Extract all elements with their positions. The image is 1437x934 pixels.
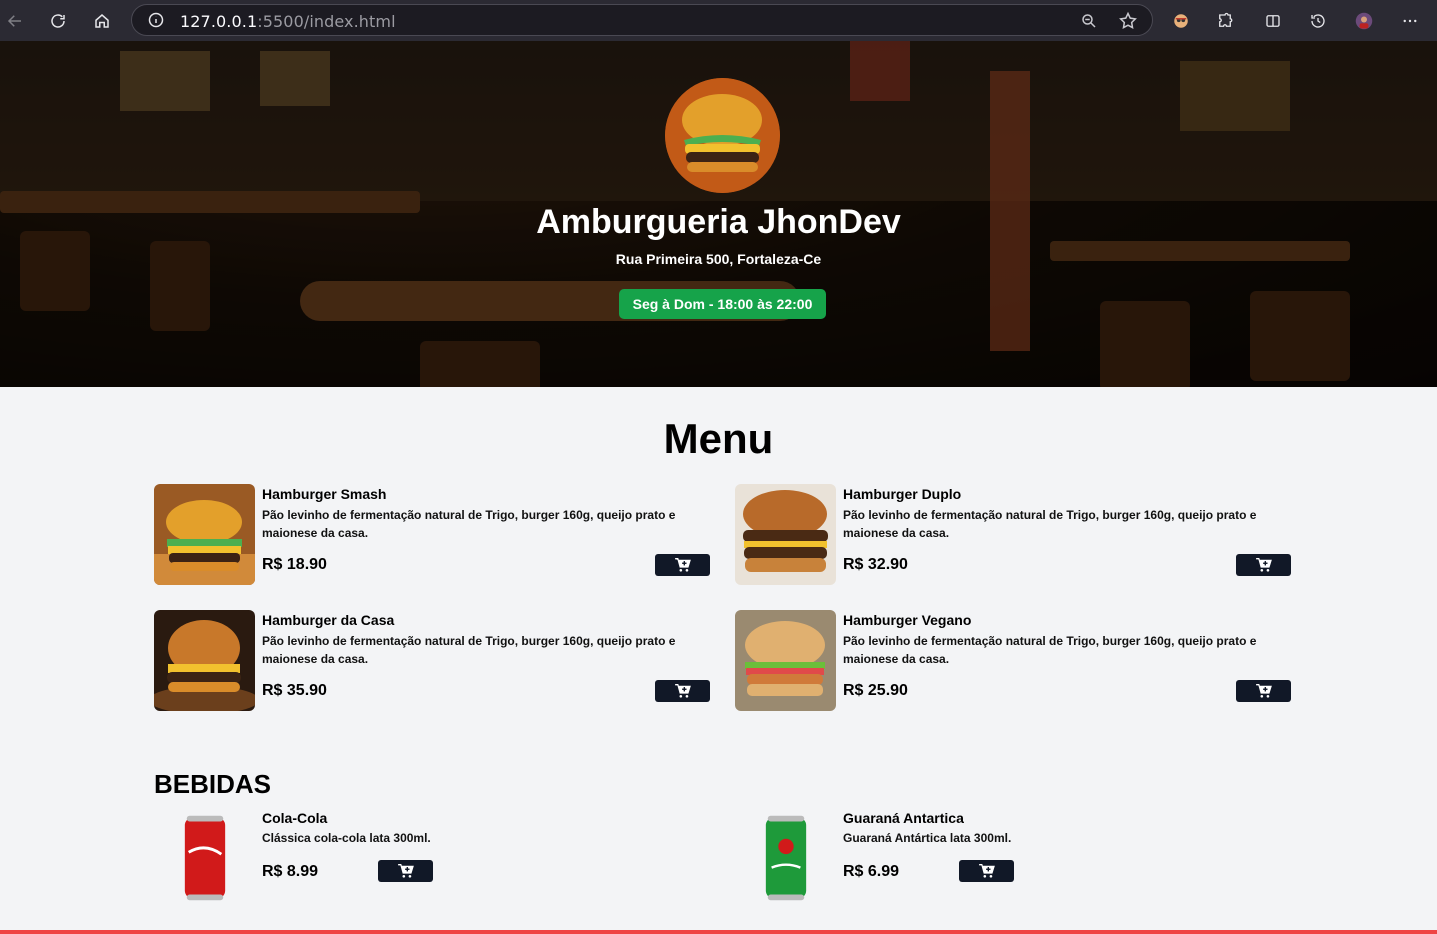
burger-image (154, 484, 255, 585)
coca-cola-can-image (154, 810, 255, 905)
avatar[interactable] (1351, 8, 1377, 34)
burger-image (735, 610, 836, 711)
item-name: Hamburger Duplo (843, 486, 962, 502)
item-description: Pão levinho de fermentação natural de Tr… (843, 634, 1257, 666)
burger-image (735, 484, 836, 585)
menu-item: Hamburger da Casa Pão levinho de ferment… (154, 610, 710, 711)
logo (665, 78, 780, 193)
section-title: BEBIDAS (154, 769, 272, 799)
browser-toolbar: 127.0.0.1:5500/index.html (0, 0, 1437, 41)
menu-icon[interactable] (1397, 8, 1423, 34)
back-icon[interactable] (2, 8, 28, 34)
home-icon[interactable] (89, 8, 115, 34)
info-icon[interactable] (148, 12, 164, 28)
item-description: Pão levinho de fermentação natural de Tr… (262, 508, 676, 540)
item-name: Hamburger Smash (262, 486, 387, 502)
item-description: Pão levinho de fermentação natural de Tr… (843, 508, 1257, 540)
cart-icon (397, 864, 414, 878)
burger-image (154, 610, 255, 711)
history-icon[interactable] (1305, 8, 1331, 34)
hours-badge: Seg à Dom - 18:00 às 22:00 (619, 289, 826, 319)
page-title: Amburgueria JhonDev (536, 203, 901, 241)
item-description: Guaraná Antártica lata 300ml. (843, 831, 1012, 845)
guarana-can-image (735, 810, 836, 905)
item-price: R$ 35.90 (262, 682, 327, 699)
item-price: R$ 25.90 (843, 682, 908, 699)
drink-item: Guaraná Antartica Guaraná Antártica lata… (735, 810, 1015, 905)
url-host: 127.0.0.1 (180, 12, 258, 31)
address-bar[interactable]: 127.0.0.1:5500/index.html (131, 4, 1153, 36)
menu-item: Hamburger Vegano Pão levinho de fermenta… (735, 610, 1291, 711)
item-price: R$ 6.99 (843, 863, 900, 880)
address-text: Rua Primeira 500, Fortaleza-Ce (615, 251, 822, 267)
menu-title: Menu (663, 415, 774, 462)
item-name: Hamburger Vegano (843, 612, 972, 628)
menu-item: Hamburger Smash Pão levinho de fermentaç… (154, 484, 710, 585)
zoom-icon[interactable] (1080, 12, 1098, 30)
add-to-cart-button[interactable] (959, 860, 1014, 882)
cart-icon (674, 684, 691, 698)
add-to-cart-button[interactable] (1236, 554, 1291, 576)
item-description: Clássica cola-cola lata 300ml. (262, 831, 431, 845)
cart-icon (978, 864, 995, 878)
item-name: Cola-Cola (262, 810, 328, 826)
sidebar-icon[interactable] (1260, 8, 1286, 34)
add-to-cart-button[interactable] (655, 554, 710, 576)
item-name: Guaraná Antartica (843, 810, 964, 826)
cart-icon (674, 558, 691, 572)
drink-item: Cola-Cola Clássica cola-cola lata 300ml.… (154, 810, 434, 905)
url-text[interactable]: 127.0.0.1:5500/index.html (180, 12, 396, 31)
add-to-cart-button[interactable] (1236, 680, 1291, 702)
cart-icon (1255, 684, 1272, 698)
extensions-icon[interactable] (1212, 8, 1238, 34)
item-description: Pão levinho de fermentação natural de Tr… (262, 634, 676, 666)
extension-icon[interactable] (1168, 8, 1194, 34)
reload-icon[interactable] (45, 8, 71, 34)
star-icon[interactable] (1118, 11, 1138, 31)
footer-accent-bar (0, 930, 1437, 934)
item-name: Hamburger da Casa (262, 612, 395, 628)
cart-icon (1255, 558, 1272, 572)
item-price: R$ 18.90 (262, 556, 327, 573)
item-price: R$ 32.90 (843, 556, 908, 573)
menu-item: Hamburger Duplo Pão levinho de fermentaç… (735, 484, 1291, 585)
add-to-cart-button[interactable] (655, 680, 710, 702)
item-price: R$ 8.99 (262, 863, 319, 880)
add-to-cart-button[interactable] (378, 860, 433, 882)
url-path: :5500/index.html (257, 12, 396, 31)
